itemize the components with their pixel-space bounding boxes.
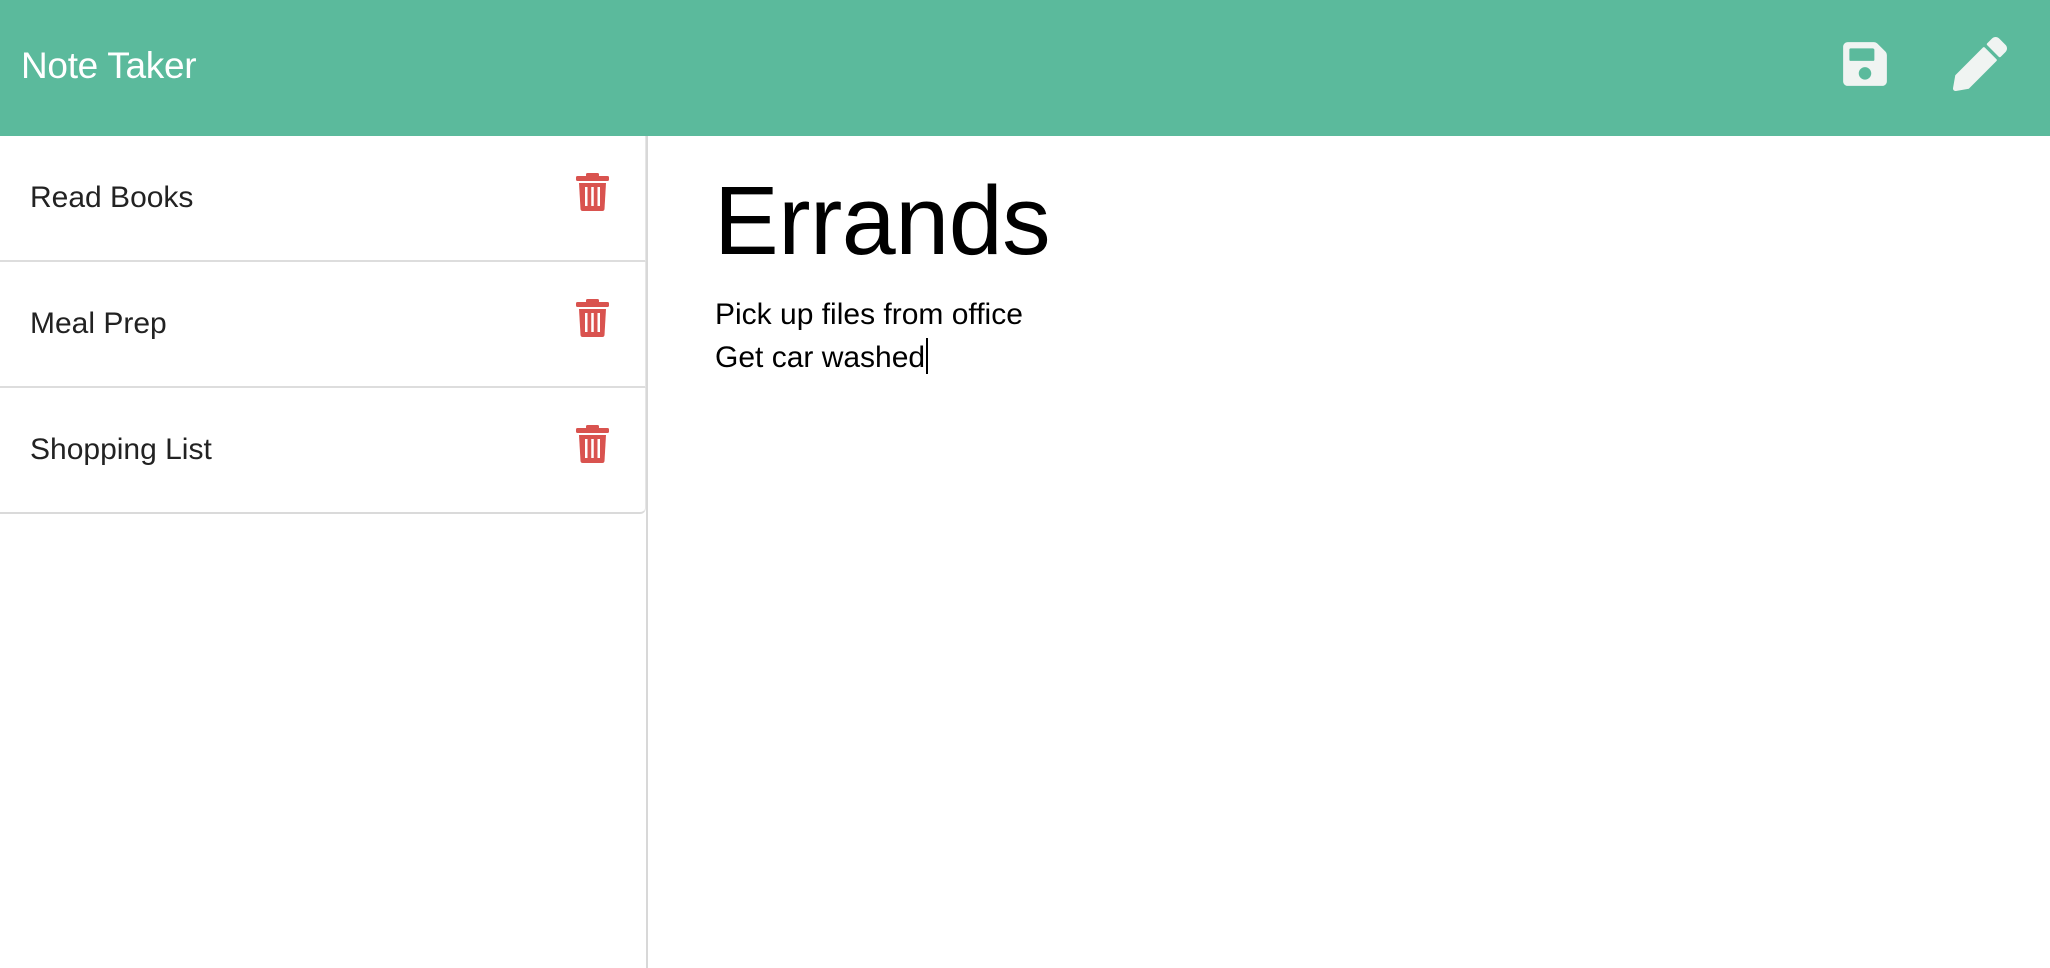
text-cursor <box>926 338 929 374</box>
pencil-icon[interactable] <box>1953 37 2007 91</box>
note-title[interactable]: Shopping List <box>30 430 212 470</box>
note-title-input[interactable]: Errands <box>714 158 1051 284</box>
note-text-area[interactable]: Pick up files from office Get car washed <box>715 293 1023 379</box>
save-icon[interactable] <box>1841 39 1889 89</box>
note-body-line: Get car washed <box>715 341 926 374</box>
note-body-line: Pick up files from office <box>715 298 1023 331</box>
navbar: Note Taker <box>0 0 2050 136</box>
trash-icon[interactable] <box>576 173 609 211</box>
notes-sidebar: Read Books Meal Prep Shopping List <box>0 136 648 968</box>
note-title[interactable]: Read Books <box>30 178 193 218</box>
note-editor: Errands Pick up files from office Get ca… <box>648 136 2050 968</box>
note-list: Read Books Meal Prep Shopping List <box>0 136 646 514</box>
trash-icon[interactable] <box>576 425 609 463</box>
app-title[interactable]: Note Taker <box>21 41 197 91</box>
note-title[interactable]: Meal Prep <box>30 304 167 344</box>
note-list-item-read-books[interactable]: Read Books <box>0 136 646 262</box>
trash-icon[interactable] <box>576 299 609 337</box>
note-list-item-meal-prep[interactable]: Meal Prep <box>0 262 646 388</box>
note-list-item-shopping-list[interactable]: Shopping List <box>0 388 646 514</box>
